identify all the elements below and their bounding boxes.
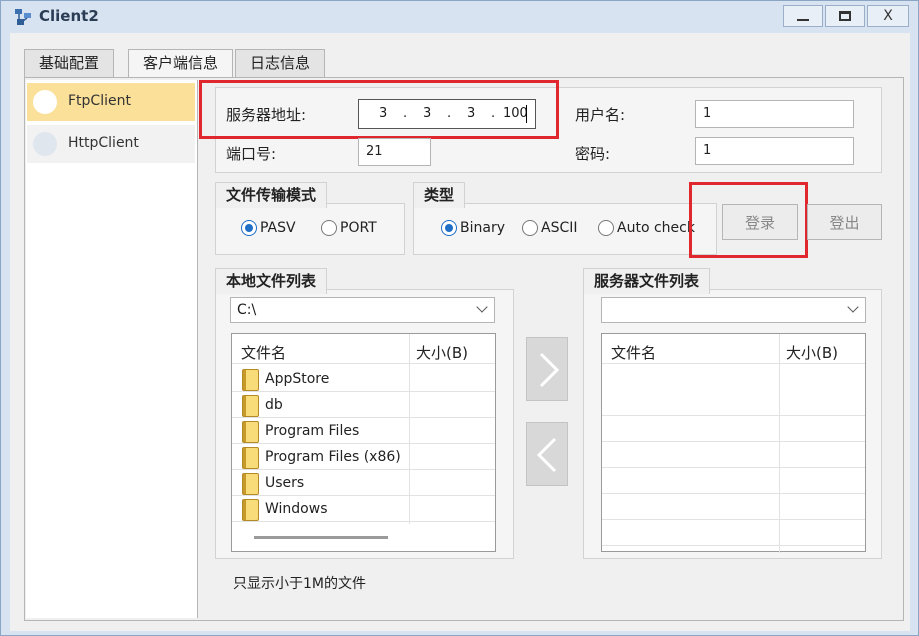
transfer-mode-title: 文件传输模式 — [215, 182, 328, 208]
client-window: Client2 X 基础配置 客户端信息 日志信息 FtpClient Http… — [0, 0, 919, 636]
password-label: 密码: — [575, 145, 611, 163]
username-label: 用户名: — [575, 106, 626, 124]
list-row-empty — [602, 468, 865, 494]
file-name: Users — [265, 475, 305, 491]
server-files-title: 服务器文件列表 — [583, 268, 711, 294]
type-title: 类型 — [413, 182, 466, 208]
port-label: 端口号: — [226, 145, 277, 163]
list-item[interactable]: db — [232, 392, 495, 418]
local-files-title: 本地文件列表 — [215, 268, 328, 294]
client-list: FtpClient HttpClient — [26, 80, 198, 618]
folder-icon — [242, 447, 259, 469]
horizontal-scrollbar[interactable] — [254, 536, 388, 539]
radio-label: ASCII — [541, 220, 578, 236]
logout-button[interactable]: 登出 — [807, 204, 882, 240]
upload-arrow-button[interactable] — [526, 337, 568, 401]
list-item[interactable]: Program Files (x86) — [232, 444, 495, 470]
highlight-frame-server-address — [199, 80, 559, 139]
client-dot-icon — [33, 132, 57, 156]
list-item[interactable]: Program Files — [232, 418, 495, 444]
local-path-value: C:\ — [237, 302, 257, 318]
app-icon — [15, 9, 31, 25]
username-input[interactable]: 1 — [695, 100, 854, 128]
footer-note: 只显示小于1M的文件 — [233, 576, 366, 592]
file-name: Windows — [265, 501, 328, 517]
radio-ascii[interactable]: ASCII — [522, 220, 578, 236]
list-row-empty — [602, 494, 865, 520]
server-file-list[interactable]: 文件名 大小(B) — [601, 333, 866, 553]
window-title: Client2 — [39, 7, 99, 25]
sidebar-item-ftpclient[interactable]: FtpClient — [27, 83, 195, 121]
list-row-empty — [602, 520, 865, 546]
radio-unchecked-icon — [522, 220, 538, 236]
list-row-empty — [602, 416, 865, 442]
column-name[interactable]: 文件名 — [611, 342, 656, 363]
tab-log-info[interactable]: 日志信息 — [235, 49, 326, 77]
tab-basic-config[interactable]: 基础配置 — [24, 49, 115, 77]
folder-icon — [242, 499, 259, 521]
close-button[interactable]: X — [867, 5, 909, 27]
sidebar-item-httpclient[interactable]: HttpClient — [27, 125, 195, 163]
tab-client-info[interactable]: 客户端信息 — [128, 49, 234, 77]
file-name: Program Files (x86) — [265, 449, 401, 465]
list-row-empty — [602, 390, 865, 416]
minimize-icon — [797, 19, 809, 21]
radio-label: PORT — [340, 220, 377, 236]
radio-port[interactable]: PORT — [321, 220, 377, 236]
column-size[interactable]: 大小(B) — [416, 342, 468, 363]
list-header: 文件名 大小(B) — [602, 334, 865, 364]
sidebar-item-label: HttpClient — [68, 135, 139, 151]
local-file-list[interactable]: 文件名 大小(B) AppStore db Program Files Prog… — [231, 333, 496, 552]
chevron-left-icon — [536, 437, 557, 473]
radio-unchecked-icon — [598, 220, 614, 236]
radio-auto-check[interactable]: Auto check — [598, 220, 695, 236]
maximize-button[interactable] — [825, 5, 865, 27]
maximize-icon — [839, 11, 851, 21]
local-path-select[interactable]: C:\ — [230, 297, 495, 323]
radio-binary[interactable]: Binary — [441, 220, 505, 236]
radio-label: PASV — [260, 220, 296, 236]
server-path-select[interactable] — [601, 297, 866, 323]
password-input[interactable]: 1 — [695, 137, 854, 165]
download-arrow-button[interactable] — [526, 422, 568, 486]
radio-unchecked-icon — [321, 220, 337, 236]
radio-label: Auto check — [617, 220, 695, 236]
port-input[interactable]: 21 — [358, 138, 431, 166]
folder-icon — [242, 421, 259, 443]
radio-pasv[interactable]: PASV — [241, 220, 296, 236]
chevron-right-icon — [539, 352, 560, 388]
list-item[interactable]: AppStore — [232, 366, 495, 392]
file-name: Program Files — [265, 423, 360, 439]
list-item[interactable]: Users — [232, 470, 495, 496]
list-header: 文件名 大小(B) — [232, 334, 495, 364]
minimize-button[interactable] — [783, 5, 823, 27]
folder-icon — [242, 395, 259, 417]
list-item[interactable]: Windows — [232, 496, 495, 522]
title-bar[interactable]: Client2 X — [1, 1, 918, 33]
radio-label: Binary — [460, 220, 505, 236]
file-name: AppStore — [265, 371, 330, 387]
column-name[interactable]: 文件名 — [241, 342, 286, 363]
radio-checked-icon — [441, 220, 457, 236]
highlight-frame-login — [689, 182, 808, 258]
sidebar-item-label: FtpClient — [68, 93, 131, 109]
folder-icon — [242, 473, 259, 495]
chevron-down-icon — [847, 301, 859, 313]
list-row-empty — [602, 442, 865, 468]
column-size[interactable]: 大小(B) — [786, 342, 838, 363]
radio-checked-icon — [241, 220, 257, 236]
folder-icon — [242, 369, 259, 391]
chevron-down-icon — [476, 301, 488, 313]
file-name: db — [265, 397, 283, 413]
client-dot-icon — [33, 90, 57, 114]
